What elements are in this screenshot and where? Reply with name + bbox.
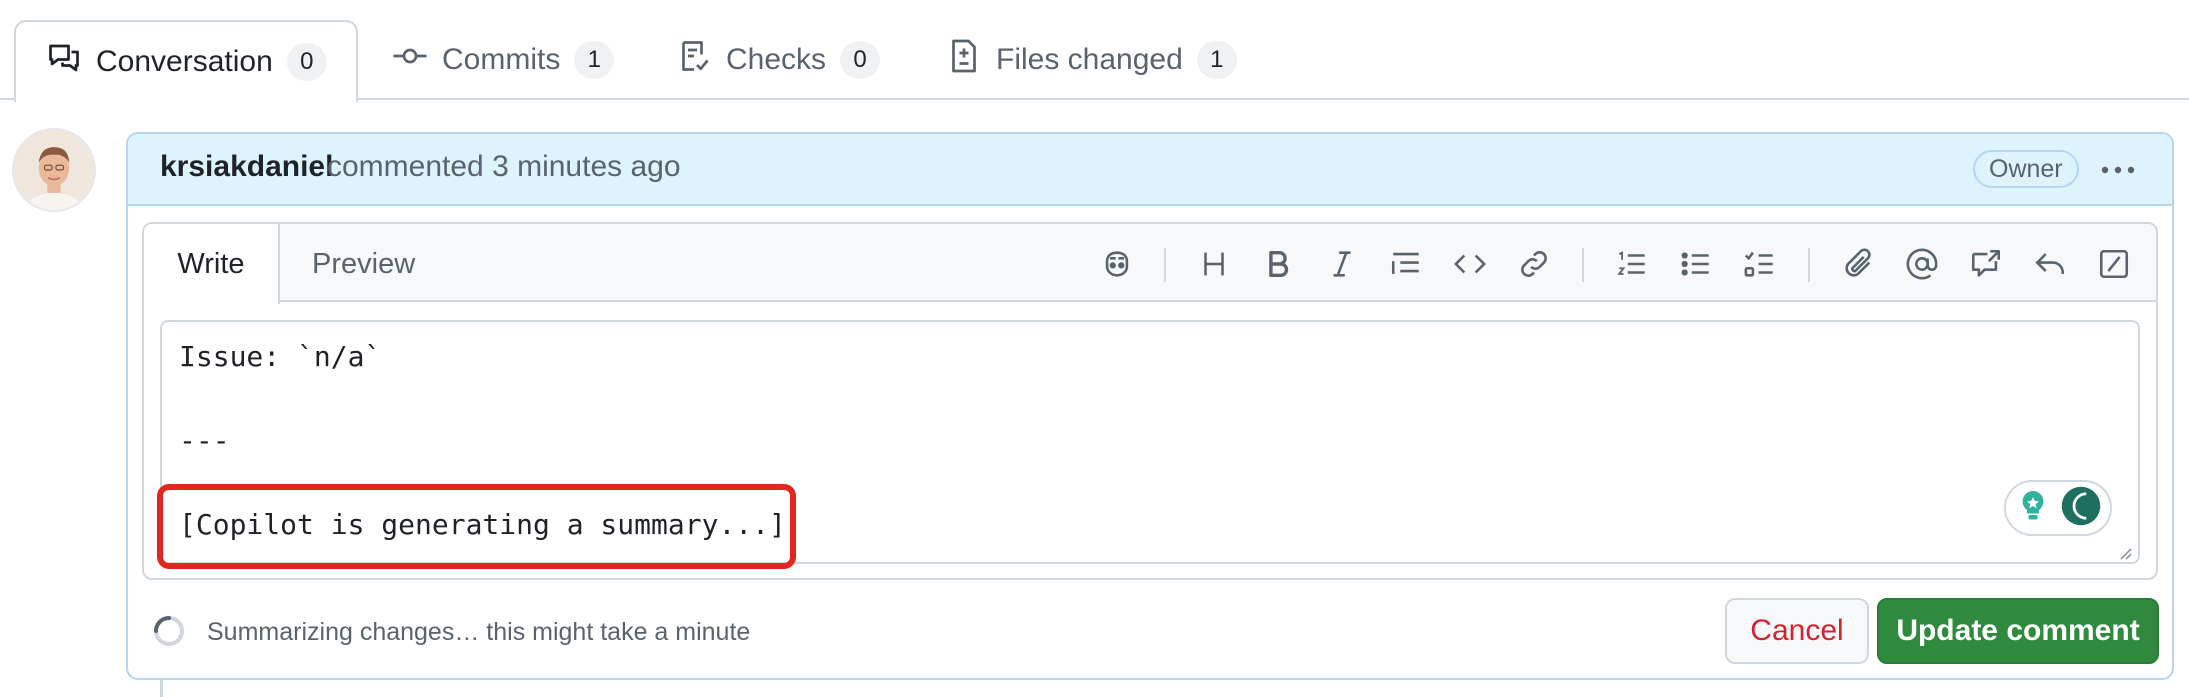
quote-icon[interactable] <box>1386 244 1426 284</box>
attach-icon[interactable] <box>1838 244 1878 284</box>
avatar[interactable] <box>12 128 96 212</box>
tab-count: 1 <box>574 41 615 79</box>
tab-count: 0 <box>286 43 327 81</box>
bold-icon[interactable] <box>1258 244 1298 284</box>
unordered-list-icon[interactable] <box>1676 244 1716 284</box>
tab-conversation[interactable]: Conversation 0 <box>14 20 358 102</box>
kebab-horizontal-icon[interactable] <box>2094 150 2142 190</box>
copilot-icon[interactable] <box>1097 244 1137 284</box>
update-comment-button[interactable]: Update comment <box>1877 598 2159 664</box>
cancel-button[interactable]: Cancel <box>1725 598 1869 664</box>
tab-label: Commits <box>442 43 561 76</box>
cross-reference-icon[interactable] <box>1966 244 2006 284</box>
reply-icon[interactable] <box>2030 244 2070 284</box>
tab-commits[interactable]: Commits 1 <box>392 20 615 100</box>
timeline-connector <box>160 680 163 697</box>
toolbar-separator <box>1582 248 1584 282</box>
tab-write[interactable]: Write <box>144 224 280 304</box>
lightbulb-icon[interactable] <box>2015 488 2051 529</box>
link-icon[interactable] <box>1514 244 1554 284</box>
toolbar-separator <box>1164 248 1166 282</box>
tab-preview[interactable]: Preview <box>312 248 415 281</box>
italic-icon[interactable] <box>1322 244 1362 284</box>
slash-command-icon[interactable] <box>2094 244 2134 284</box>
heading-icon[interactable] <box>1194 244 1234 284</box>
summarizing-status: Summarizing changes… this might take a m… <box>207 618 751 646</box>
assistant-logo-icon[interactable] <box>2060 485 2102 532</box>
comment-timestamp[interactable]: commented 3 minutes ago <box>327 150 681 184</box>
code-icon[interactable] <box>1450 244 1490 284</box>
git-commit-icon <box>392 38 428 82</box>
tab-checks[interactable]: Checks 0 <box>676 20 881 100</box>
tab-count: 0 <box>840 41 881 79</box>
tab-label: Checks <box>726 43 827 76</box>
comment-author[interactable]: krsiakdaniel <box>160 150 333 184</box>
mention-icon[interactable] <box>1902 244 1942 284</box>
comment-discussion-icon <box>46 40 82 84</box>
highlight-box <box>157 484 796 569</box>
owner-badge: Owner <box>1973 150 2079 188</box>
tab-files-changed[interactable]: Files changed 1 <box>946 20 1237 100</box>
tab-count: 1 <box>1196 41 1237 79</box>
textarea-line-issue: Issue: `n/a` <box>179 340 382 373</box>
writing-assistant-widget[interactable] <box>2004 480 2112 536</box>
file-diff-icon <box>946 38 982 82</box>
toolbar-separator <box>1808 248 1810 282</box>
checklist-icon <box>676 38 712 82</box>
ordered-list-icon[interactable] <box>1612 244 1652 284</box>
spinner-icon <box>152 614 186 648</box>
resize-handle-icon[interactable] <box>2118 546 2132 560</box>
task-list-icon[interactable] <box>1740 244 1780 284</box>
tab-label: Files changed <box>996 43 1183 76</box>
textarea-line-separator: --- <box>179 424 230 457</box>
tab-label: Conversation <box>96 45 273 78</box>
